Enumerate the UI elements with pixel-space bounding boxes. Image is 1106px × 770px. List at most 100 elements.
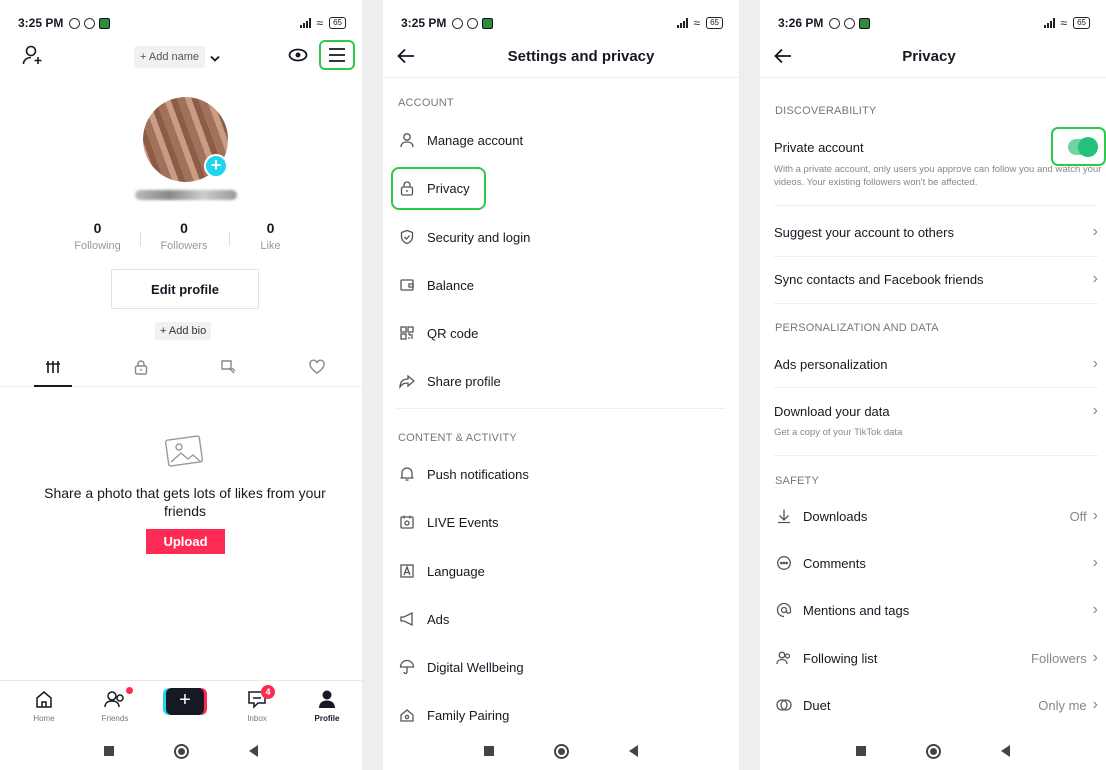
recents-icon[interactable] — [856, 746, 866, 756]
stat-divider — [229, 232, 230, 246]
mute-icon — [829, 17, 841, 29]
sync-contacts-row[interactable]: Sync contacts and Facebook friends › — [774, 267, 1098, 291]
ads-personalization-row[interactable]: Ads personalization › — [774, 352, 1098, 376]
shield-icon — [397, 229, 417, 245]
menu-push-notifications[interactable]: Push notifications — [397, 459, 725, 489]
section-divider — [774, 455, 1098, 456]
home-system-icon[interactable] — [174, 743, 189, 759]
system-nav-bar — [0, 732, 362, 770]
tab-reposts[interactable] — [209, 359, 249, 381]
duet-icon — [774, 697, 794, 713]
private-account-row[interactable]: Private account — [774, 135, 1098, 159]
add-name-button[interactable]: + Add name — [134, 46, 206, 68]
recents-icon[interactable] — [484, 746, 494, 756]
wallet-icon — [397, 277, 417, 293]
menu-qr-code[interactable]: QR code — [397, 318, 725, 348]
section-discoverability: DISCOVERABILITY — [775, 105, 877, 117]
profile-top-bar: + Add name — [0, 40, 362, 72]
row-divider — [774, 205, 1098, 206]
back-system-icon[interactable] — [1001, 745, 1010, 757]
create-video-button[interactable]: + — [166, 688, 204, 715]
username-redacted — [135, 190, 237, 200]
tab-liked[interactable] — [297, 359, 337, 381]
hamburger-menu-icon — [329, 48, 345, 62]
page-title: Privacy — [902, 48, 956, 65]
battery-icon: 65 — [329, 17, 346, 29]
app-notification-icon — [859, 17, 871, 29]
app-notification-icon — [99, 17, 111, 29]
house-icon — [397, 707, 417, 723]
add-avatar-icon[interactable]: + — [204, 154, 228, 178]
calendar-icon — [397, 514, 417, 530]
menu-share-profile[interactable]: Share profile — [397, 366, 725, 396]
alarm-icon — [84, 17, 96, 29]
private-account-description: With a private account, only users you a… — [774, 164, 1102, 188]
stat-likes[interactable]: 0 Like — [233, 220, 308, 252]
status-bar: 3:26 PM ≈ 65 — [778, 14, 1090, 32]
system-nav-bar — [383, 732, 739, 770]
nav-home[interactable]: Home — [14, 689, 74, 723]
menu-manage-account[interactable]: Manage account — [397, 125, 725, 155]
profile-screen: 3:25 PM ≈ 65 + Add name + 0 Following 0 … — [0, 0, 362, 770]
back-system-icon[interactable] — [629, 745, 638, 757]
download-data-row[interactable]: Download your data › — [774, 399, 1098, 423]
signal-icon — [299, 18, 311, 28]
home-icon — [36, 691, 52, 708]
megaphone-icon — [397, 611, 417, 627]
comments-row[interactable]: Comments › — [774, 551, 1098, 575]
chevron-right-icon: › — [1092, 355, 1098, 372]
nav-inbox[interactable]: Inbox — [227, 689, 287, 723]
eye-icon[interactable] — [288, 48, 308, 67]
battery-icon: 65 — [706, 17, 723, 29]
menu-digital-wellbeing[interactable]: Digital Wellbeing — [397, 652, 725, 682]
privacy-header: Privacy — [760, 42, 1106, 78]
nav-friends[interactable]: Friends — [85, 689, 145, 723]
tab-private[interactable] — [121, 359, 161, 381]
status-time: 3:25 PM — [401, 16, 447, 30]
nav-profile[interactable]: Profile — [297, 689, 357, 723]
downloads-row[interactable]: Downloads Off › — [774, 504, 1098, 528]
settings-header: Settings and privacy — [383, 42, 739, 78]
tab-videos[interactable] — [33, 359, 73, 381]
lock-icon — [134, 360, 148, 375]
status-time: 3:26 PM — [778, 16, 824, 30]
home-system-icon[interactable] — [554, 743, 569, 759]
wifi-icon: ≈ — [316, 16, 324, 30]
status-time: 3:25 PM — [18, 16, 64, 30]
section-content-activity: CONTENT & ACTIVITY — [398, 432, 517, 444]
edit-profile-button[interactable]: Edit profile — [111, 269, 259, 309]
private-account-toggle[interactable] — [1068, 137, 1098, 157]
chevron-right-icon: › — [1092, 402, 1098, 419]
chevron-right-icon: › — [1092, 696, 1098, 713]
menu-balance[interactable]: Balance — [397, 270, 725, 300]
menu-ads[interactable]: Ads — [397, 604, 725, 634]
home-system-icon[interactable] — [926, 743, 941, 759]
menu-family-pairing[interactable]: Family Pairing — [397, 700, 725, 730]
suggest-account-row[interactable]: Suggest your account to others › — [774, 220, 1098, 244]
profile-stats: 0 Following 0 Followers 0 Like — [60, 220, 308, 252]
stat-following[interactable]: 0 Following — [60, 220, 135, 252]
following-list-row[interactable]: Following list Followers › — [774, 646, 1098, 670]
photo-placeholder-icon — [163, 432, 207, 475]
duet-row[interactable]: Duet Only me › — [774, 693, 1098, 717]
mentions-row[interactable]: Mentions and tags › — [774, 598, 1098, 622]
menu-button[interactable] — [319, 40, 355, 70]
back-system-icon[interactable] — [249, 745, 258, 757]
profile-icon — [319, 690, 335, 708]
chevron-right-icon: › — [1092, 554, 1098, 571]
friends-notification-dot — [126, 687, 133, 694]
chevron-down-icon[interactable] — [210, 50, 220, 68]
upload-button[interactable]: Upload — [146, 529, 225, 554]
add-bio-button[interactable]: + Add bio — [155, 322, 212, 340]
active-tab-indicator — [34, 385, 72, 387]
download-icon — [774, 508, 794, 524]
add-user-icon[interactable] — [22, 44, 44, 71]
menu-live-events[interactable]: LIVE Events — [397, 507, 725, 537]
privacy-screen: 3:26 PM ≈ 65 Privacy DISCOVERABILITY Pri… — [760, 0, 1106, 770]
recents-icon[interactable] — [104, 746, 114, 756]
menu-language[interactable]: Language — [397, 556, 725, 586]
mute-icon — [452, 17, 464, 29]
menu-security[interactable]: Security and login — [397, 222, 725, 252]
comment-icon — [774, 555, 794, 571]
stat-followers[interactable]: 0 Followers — [147, 220, 222, 252]
